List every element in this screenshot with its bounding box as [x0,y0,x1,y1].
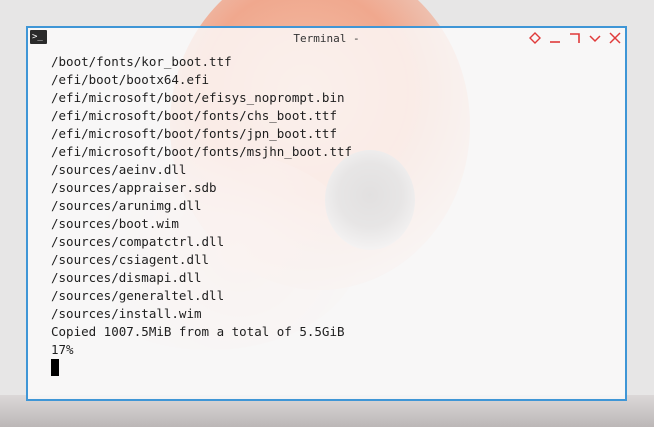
output-line: /sources/compatctrl.dll [51,234,225,249]
window-titlebar[interactable]: >_ Terminal - [28,28,625,50]
output-line: /sources/aeinv.dll [51,162,187,177]
output-line: /efi/boot/bootx64.efi [51,72,210,87]
minimize-icon[interactable] [546,30,563,46]
output-line: /sources/appraiser.sdb [51,180,217,195]
output-line: /sources/boot.wim [51,216,179,231]
progress-percent-line: 17% [51,342,74,357]
output-line: /boot/fonts/kor_boot.ttf [51,54,232,69]
copy-status-line: Copied 1007.5MiB from a total of 5.5GiB [51,324,345,339]
output-line: /sources/dismapi.dll [51,270,202,285]
output-line: /sources/arunimg.dll [51,198,202,213]
output-line: /sources/install.wim [51,306,202,321]
terminal-window[interactable]: >_ Terminal - /boot/fonts/kor_boot.ttf /… [26,26,627,401]
output-line: /efi/microsoft/boot/fonts/msjhn_boot.ttf [51,144,353,159]
output-line: /efi/microsoft/boot/fonts/chs_boot.ttf [51,108,337,123]
shade-icon[interactable] [586,30,603,46]
output-line: /sources/generaltel.dll [51,288,225,303]
terminal-output[interactable]: /boot/fonts/kor_boot.ttf /efi/boot/bootx… [51,53,615,389]
keep-above-icon[interactable] [526,30,543,46]
cursor-line [51,359,615,377]
output-line: /sources/csiagent.dll [51,252,210,267]
output-line: /efi/microsoft/boot/efisys_noprompt.bin [51,90,345,105]
text-cursor [51,359,59,376]
close-icon[interactable] [606,30,623,46]
output-line: /efi/microsoft/boot/fonts/jpn_boot.ttf [51,126,337,141]
window-controls [526,30,623,46]
maximize-icon[interactable] [566,30,583,46]
